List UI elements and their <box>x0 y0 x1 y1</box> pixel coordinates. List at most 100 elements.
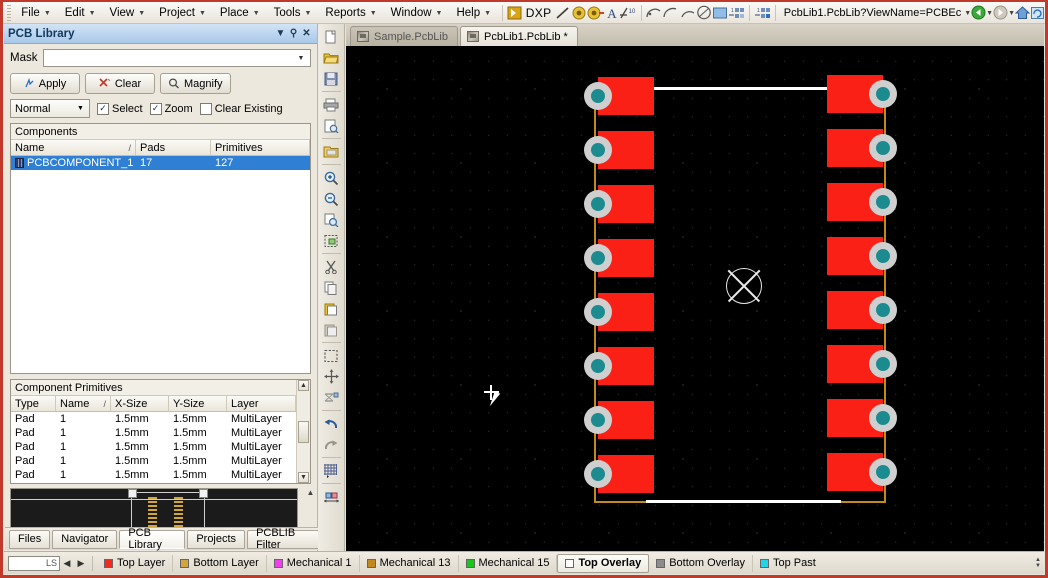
pad-left-3[interactable] <box>584 185 654 223</box>
pcb-canvas[interactable] <box>346 46 1044 551</box>
open-project-icon[interactable] <box>320 141 342 162</box>
pad-icon[interactable] <box>571 4 587 22</box>
menu-window[interactable]: Window ▼ <box>384 5 450 21</box>
swap-icon[interactable] <box>320 387 342 408</box>
layer-set-box[interactable]: LS <box>8 555 60 571</box>
new-icon[interactable] <box>320 26 342 47</box>
close-icon[interactable]: ✕ <box>300 27 313 40</box>
fill-icon[interactable] <box>712 4 728 22</box>
dxp-label[interactable]: DXP <box>522 6 556 20</box>
column-header-type[interactable]: Type <box>11 396 56 411</box>
pad-left-8[interactable] <box>584 455 654 493</box>
scroll-up-icon[interactable]: ▲ <box>298 380 309 391</box>
pad-left-4[interactable] <box>584 239 654 277</box>
column-header-pads[interactable]: Pads <box>136 140 211 155</box>
copy-icon[interactable] <box>320 277 342 298</box>
panel-tab-pcb-library[interactable]: PCB Library <box>119 527 186 551</box>
move-icon[interactable] <box>320 366 342 387</box>
pad-left-7[interactable] <box>584 401 654 439</box>
component-body-icon[interactable]: 1 <box>728 4 745 22</box>
layer-tab-top-layer[interactable]: Top Layer <box>97 554 174 572</box>
refresh-icon[interactable] <box>1030 4 1045 22</box>
pad-right-7[interactable] <box>827 399 897 437</box>
pad-right-1[interactable] <box>827 75 897 113</box>
apply-button[interactable]: Apply <box>10 73 80 94</box>
column-header-prim-name[interactable]: Name / <box>56 396 111 411</box>
layer-tab-bottom-overlay[interactable]: Bottom Overlay <box>649 554 754 572</box>
clear-existing-checkbox[interactable]: Clear Existing <box>199 102 283 115</box>
redo-icon[interactable] <box>320 434 342 455</box>
scroll-down-icon[interactable]: ▼ <box>298 472 309 483</box>
pad-left-2[interactable] <box>584 131 654 169</box>
paste-special-icon[interactable] <box>320 319 342 340</box>
home-icon[interactable] <box>1015 4 1031 22</box>
pad-right-8[interactable] <box>827 453 897 491</box>
via-icon[interactable] <box>587 4 605 22</box>
magnify-button[interactable]: Magnify <box>160 73 231 94</box>
table-row[interactable]: Pad 1 1.5mm 1.5mm MultiLayer <box>11 454 296 468</box>
print-icon[interactable] <box>320 94 342 115</box>
document-tab-sample[interactable]: Sample.PcbLib <box>350 26 458 46</box>
layer-tab-mechanical-13[interactable]: Mechanical 13 <box>360 554 459 572</box>
menu-place[interactable]: Place ▼ <box>213 5 267 21</box>
clear-button[interactable]: Clear <box>85 73 155 94</box>
panel-tab-pcblib-filter[interactable]: PCBLIB Filter <box>247 527 319 551</box>
table-row[interactable]: PCBCOMPONENT_1 17 127 <box>11 156 310 170</box>
select-mode-dropdown[interactable]: Normal ▼ <box>10 99 90 118</box>
column-header-layer[interactable]: Layer <box>227 396 296 411</box>
arc-center-icon[interactable] <box>645 4 662 22</box>
layer-tab-bottom-layer[interactable]: Bottom Layer <box>173 554 267 572</box>
line-icon[interactable] <box>555 4 571 22</box>
forward-dropdown-icon[interactable]: ▼ <box>1008 10 1015 17</box>
zoom-checkbox[interactable]: ✓ Zoom <box>149 102 193 115</box>
prev-layer-icon[interactable]: ◀ <box>60 556 74 571</box>
zoom-in-icon[interactable] <box>320 167 342 188</box>
table-row[interactable]: Pad 1 1.5mm 1.5mm MultiLayer <box>11 412 296 426</box>
scroll-up-icon[interactable]: ▲ <box>1035 557 1041 563</box>
select-checkbox[interactable]: ✓ Select <box>97 102 143 115</box>
string-icon[interactable]: A <box>604 4 618 22</box>
scrollbar-thumb[interactable] <box>298 420 309 443</box>
back-icon[interactable] <box>971 4 986 22</box>
layer-tab-top-overlay[interactable]: Top Overlay <box>557 553 650 573</box>
pad-left-6[interactable] <box>584 347 654 385</box>
arc-any-icon[interactable] <box>679 4 696 22</box>
table-row[interactable]: Pad 1 1.5mm 1.5mm MultiLayer <box>11 468 296 482</box>
column-header-ysize[interactable]: Y-Size <box>169 396 227 411</box>
chevron-down-icon[interactable]: ▼ <box>964 10 971 17</box>
chevron-down-icon[interactable]: ▼ <box>294 50 308 66</box>
grid-icon[interactable] <box>320 460 342 481</box>
pad-right-2[interactable] <box>827 129 897 167</box>
table-row[interactable]: Pad 1 1.5mm 1.5mm MultiLayer <box>11 440 296 454</box>
panel-tab-files[interactable]: Files <box>9 529 51 549</box>
dimension-tool-icon[interactable]: 1 <box>754 4 771 22</box>
zoom-area-icon[interactable] <box>320 209 342 230</box>
paste-icon[interactable] <box>320 298 342 319</box>
menu-file[interactable]: File ▼ <box>14 5 57 21</box>
pin-icon[interactable]: ⚲ <box>287 27 300 40</box>
arc-edge-icon[interactable] <box>662 4 679 22</box>
pad-right-5[interactable] <box>827 291 897 329</box>
menu-tools[interactable]: Tools ▼ <box>267 5 319 21</box>
menu-view[interactable]: View ▼ <box>103 5 153 21</box>
pad-left-5[interactable] <box>584 293 654 331</box>
back-dropdown-icon[interactable]: ▼ <box>986 10 993 17</box>
chevron-down-icon[interactable]: ▼ <box>274 27 287 40</box>
save-icon[interactable] <box>320 68 342 89</box>
chevron-down-icon[interactable]: ▼ <box>74 100 87 117</box>
column-header-xsize[interactable]: X-Size <box>111 396 169 411</box>
next-layer-icon[interactable]: ▶ <box>74 556 88 571</box>
coordinate-icon[interactable]: 10 <box>619 4 637 22</box>
dimension-icon[interactable] <box>320 486 342 507</box>
cut-icon[interactable] <box>320 256 342 277</box>
pad-left-1[interactable] <box>584 77 654 115</box>
primitives-scrollbar[interactable]: ▲ ▼ <box>296 380 310 483</box>
toolbar-grip[interactable] <box>7 4 12 21</box>
forward-icon[interactable] <box>993 4 1008 22</box>
menu-edit[interactable]: Edit ▼ <box>58 5 103 21</box>
menu-help[interactable]: Help ▼ <box>449 5 498 21</box>
menu-reports[interactable]: Reports ▼ <box>318 5 383 21</box>
pad-right-3[interactable] <box>827 183 897 221</box>
column-header-name[interactable]: Name / <box>11 140 136 155</box>
pad-right-4[interactable] <box>827 237 897 275</box>
